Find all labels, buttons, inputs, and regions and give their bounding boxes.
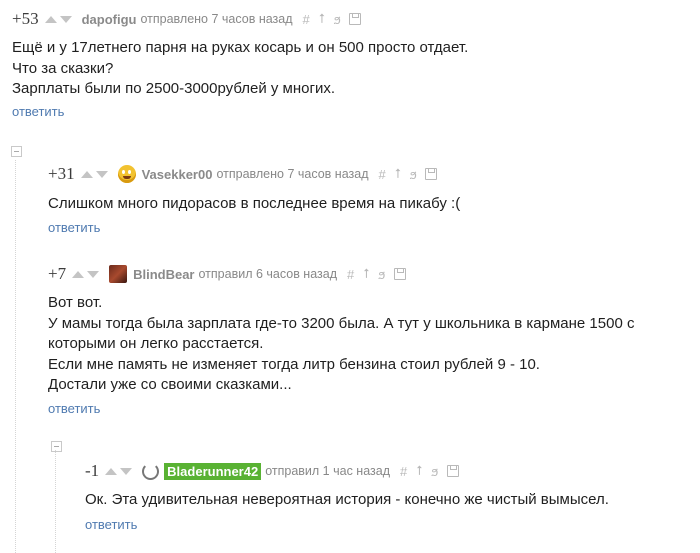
comment-line: Если мне память не изменяет тогда литр б… [48, 355, 540, 373]
comment-2: +31 Vasekker00 отправлено 7 часов назад … [48, 163, 700, 237]
reply-link[interactable]: ответить [85, 517, 137, 532]
comment-header: +31 Vasekker00 отправлено 7 часов назад … [48, 163, 700, 185]
collapse-toggle[interactable] [51, 441, 62, 452]
username[interactable]: dapofigu [82, 12, 137, 27]
save-icon[interactable] [446, 465, 459, 477]
comment-3: +7 BlindBear отправил 6 часов назад # ⭡ … [48, 263, 700, 418]
reply-link[interactable]: ответить [48, 401, 100, 416]
timestamp: отправлено 7 часов назад [140, 12, 293, 26]
save-icon[interactable] [349, 13, 362, 25]
username[interactable]: Bladerunner42 [164, 462, 262, 480]
timestamp: отправлено 7 часов назад [216, 167, 369, 181]
hash-icon[interactable]: # [400, 464, 407, 479]
branch-icon[interactable]: ϧ [334, 12, 341, 27]
comment-line: Ок. Эта удивительная невероятная история… [85, 491, 609, 508]
comment-line: Ещё и у 17летнего парня на руках косарь … [12, 39, 469, 56]
pin-up-icon[interactable]: ⭡ [395, 166, 401, 182]
timestamp: отправил 6 часов назад [198, 267, 338, 281]
comment-line: которыми он легко расстается. [48, 335, 264, 352]
upvote-icon[interactable] [80, 170, 93, 178]
pin-up-icon[interactable]: ⭡ [363, 266, 369, 282]
hash-icon[interactable]: # [347, 267, 354, 282]
upvote-icon[interactable] [44, 15, 57, 23]
comment-body: Вот вот. У мамы тогда была зарплата где-… [48, 293, 700, 396]
comment-line: Что за сказки? [12, 59, 114, 77]
comment-line: Зарплаты были по 2500-3000рублей у многи… [12, 80, 336, 97]
comment-line: У мамы тогда была зарплата где-то 3200 б… [48, 314, 635, 332]
comment-1: +53 dapofigu отправлено 7 часов назад # … [12, 8, 700, 121]
comment-body: Слишком много пидорасов в последнее врем… [48, 194, 700, 215]
comment-line: Слишком много пидорасов в последнее врем… [48, 195, 461, 212]
branch-icon[interactable]: ϧ [431, 464, 438, 479]
reply-link[interactable]: ответить [48, 220, 100, 235]
upvote-icon[interactable] [105, 467, 118, 475]
username[interactable]: Vasekker00 [142, 167, 213, 182]
comment-body: Ок. Эта удивительная невероятная история… [85, 490, 700, 511]
downvote-icon[interactable] [120, 467, 133, 475]
timestamp: отправил 1 час назад [265, 464, 390, 478]
save-icon[interactable] [393, 268, 406, 280]
hash-icon[interactable]: # [379, 167, 386, 182]
comment-line: Вот вот. [48, 294, 103, 311]
rating: -1 [85, 461, 100, 480]
comment-body: Ещё и у 17летнего парня на руках косарь … [12, 38, 700, 100]
comment-header: +7 BlindBear отправил 6 часов назад # ⭡ … [48, 263, 700, 285]
rating: +7 [48, 264, 67, 283]
avatar[interactable] [109, 265, 128, 283]
comment-header: -1 Bladerunner42 отправил 1 час назад # … [85, 460, 700, 482]
branch-icon[interactable]: ϧ [378, 267, 385, 282]
reply-link[interactable]: ответить [12, 104, 64, 119]
downvote-icon[interactable] [87, 270, 100, 278]
username[interactable]: BlindBear [133, 267, 194, 282]
comment-header: +53 dapofigu отправлено 7 часов назад # … [12, 8, 700, 30]
loading-icon [142, 462, 160, 480]
rating: +31 [48, 164, 75, 183]
avatar[interactable] [117, 165, 136, 183]
upvote-icon[interactable] [72, 270, 85, 278]
thread-line [55, 450, 56, 553]
comment-line: Достали уже со своими сказками... [48, 376, 292, 393]
pin-up-icon[interactable]: ⭡ [416, 463, 422, 479]
save-icon[interactable] [425, 168, 438, 180]
hash-icon[interactable]: # [303, 12, 310, 27]
thread-line [15, 160, 16, 553]
comment-4: -1 Bladerunner42 отправил 1 час назад # … [85, 460, 700, 534]
collapse-toggle[interactable] [11, 146, 22, 157]
branch-icon[interactable]: ϧ [410, 167, 417, 182]
downvote-icon[interactable] [95, 170, 108, 178]
rating: +53 [12, 9, 39, 28]
downvote-icon[interactable] [59, 15, 72, 23]
pin-up-icon[interactable]: ⭡ [319, 11, 325, 27]
